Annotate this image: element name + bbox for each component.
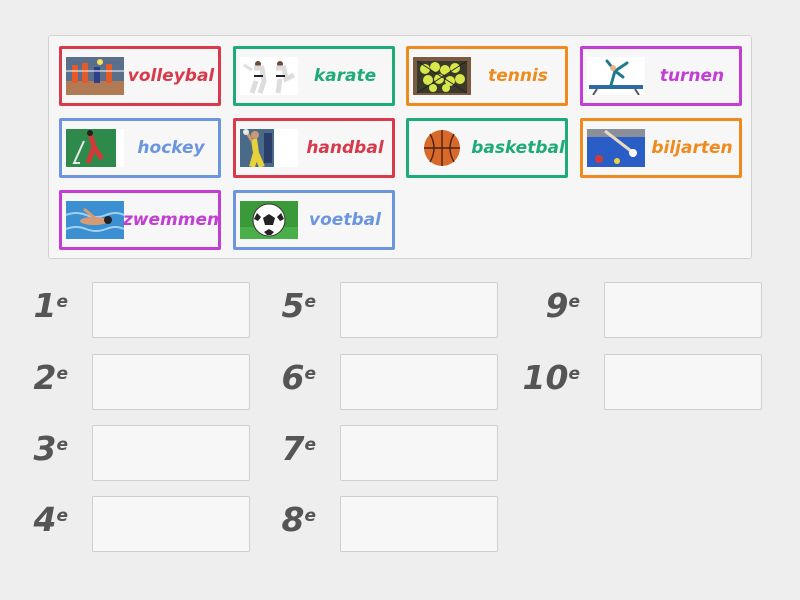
tile-tennis[interactable]: tennis (406, 46, 568, 106)
tile-label: zwemmen (122, 210, 220, 230)
word-bank: volleybal karate tennis turnen hockey ha… (48, 35, 752, 259)
tile-zwemmen[interactable]: zwemmen (59, 190, 221, 250)
answer-slot-8[interactable] (340, 496, 498, 552)
answer-slot-4[interactable] (92, 496, 250, 552)
tile-voetbal[interactable]: voetbal (233, 190, 395, 250)
swimming-photo-icon (66, 201, 124, 239)
tile-label: turnen (659, 66, 725, 86)
slot-number-6: 6e (281, 358, 317, 397)
tile-hockey[interactable]: hockey (59, 118, 221, 178)
gymnast-beam-icon (587, 57, 645, 95)
slot-number-4: 4e (33, 500, 69, 539)
football-icon (240, 201, 298, 239)
tennis-balls-photo-icon (413, 57, 471, 95)
karate-photo-icon (240, 57, 298, 95)
tile-handbal[interactable]: handbal (233, 118, 395, 178)
slot-number-3: 3e (33, 429, 69, 468)
tile-label: basketbal (471, 138, 565, 158)
tile-label: karate (313, 66, 377, 86)
answer-slot-6[interactable] (340, 354, 498, 410)
answer-slot-9[interactable] (604, 282, 762, 338)
tile-basketbal[interactable]: basketbal (406, 118, 568, 178)
tile-karate[interactable]: karate (233, 46, 395, 106)
tile-label: handbal (306, 138, 384, 158)
tile-volleybal[interactable]: volleybal (59, 46, 221, 106)
answer-slot-7[interactable] (340, 425, 498, 481)
answer-slot-10[interactable] (604, 354, 762, 410)
tile-label: volleybal (127, 66, 215, 86)
volleyball-photo-icon (66, 57, 124, 95)
answer-slot-5[interactable] (340, 282, 498, 338)
answer-slot-3[interactable] (92, 425, 250, 481)
slot-number-7: 7e (281, 429, 317, 468)
slot-number-9: 9e (545, 286, 581, 325)
hockey-photo-icon (66, 129, 124, 167)
tile-biljarten[interactable]: biljarten (580, 118, 742, 178)
slot-number-10: 10e (522, 358, 580, 397)
slot-number-2: 2e (33, 358, 69, 397)
slot-number-8: 8e (281, 500, 317, 539)
basketball-icon (413, 129, 471, 167)
slot-number-5: 5e (281, 286, 317, 325)
tile-label: hockey (137, 138, 205, 158)
tile-label: voetbal (309, 210, 381, 230)
tile-label: biljarten (651, 138, 733, 158)
answer-slot-1[interactable] (92, 282, 250, 338)
slot-number-1: 1e (33, 286, 69, 325)
handball-photo-icon (240, 129, 298, 167)
billiards-photo-icon (587, 129, 645, 167)
tile-turnen[interactable]: turnen (580, 46, 742, 106)
answer-slot-2[interactable] (92, 354, 250, 410)
tile-label: tennis (488, 66, 548, 86)
